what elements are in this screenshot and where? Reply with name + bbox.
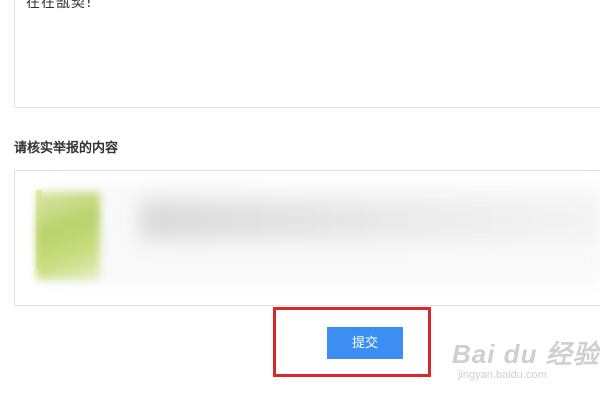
report-page: 在在瓿契! 请核实举报的内容 提交 Bai du 经验 jingyan.baid… [0,0,600,400]
reported-content-thumbnail [36,192,100,280]
report-reason-text: 在在瓿契! [26,0,93,11]
report-reason-textarea[interactable] [14,0,600,108]
baidu-jingyan-watermark: Bai du 经验 jingyan.baidu.com [452,340,600,382]
verify-content-title: 请核实举报的内容 [14,141,119,156]
reported-content-blurred-text [140,200,600,240]
watermark-url: jingyan.baidu.com [458,369,547,381]
watermark-logo: Bai du 经验 [452,339,600,369]
submit-button[interactable]: 提交 [327,327,403,359]
